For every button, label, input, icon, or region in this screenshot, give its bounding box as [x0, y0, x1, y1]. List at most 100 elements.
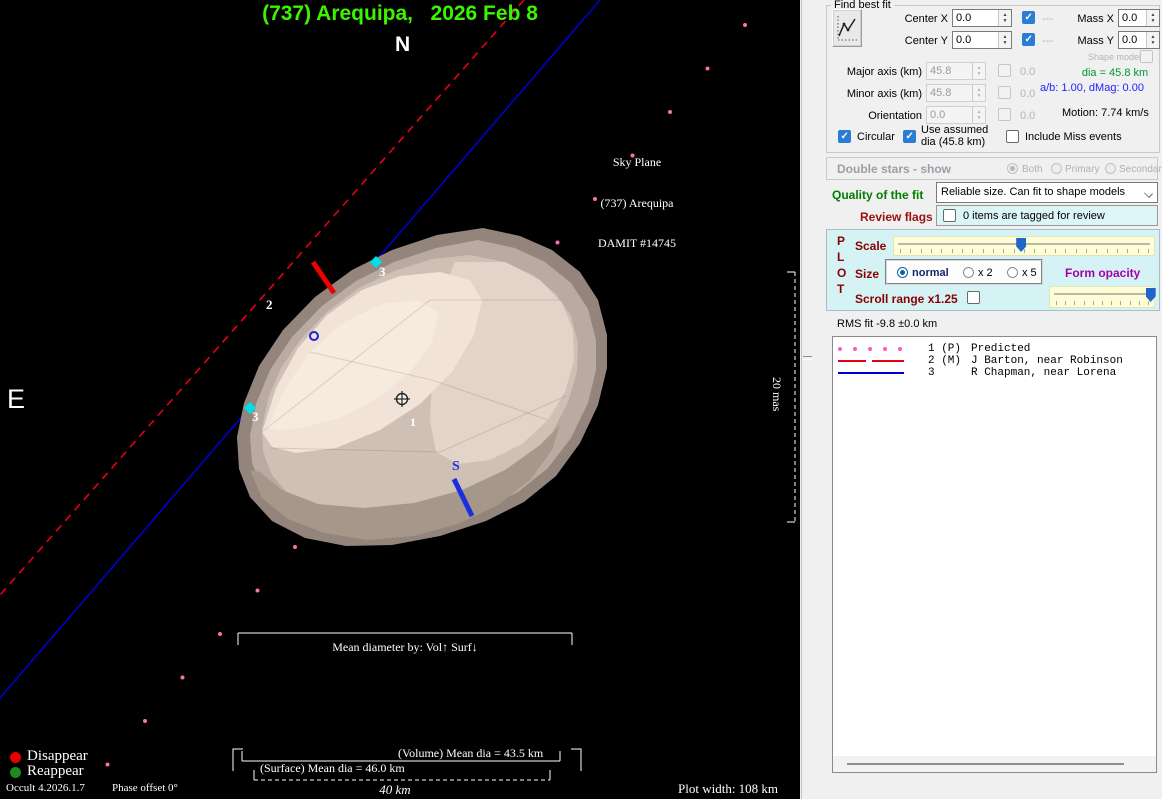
orientation-checkbox[interactable] [998, 108, 1011, 121]
double-stars-secondary-radio[interactable] [1105, 163, 1116, 174]
form-opacity-slider-thumb[interactable] [1146, 288, 1156, 302]
center-y-dash: --- [1042, 35, 1053, 47]
center-y-spin-buttons[interactable]: ▲▼ [998, 32, 1011, 48]
center-x-value[interactable]: 0.0 [956, 12, 971, 24]
mean-diameter-bracket-label: Mean diameter by: Vol↑ Surf↓ [255, 640, 555, 655]
asteroid-shape [237, 228, 607, 546]
observer-id: 1 (P) [928, 343, 961, 355]
plot-fit-button[interactable] [832, 9, 862, 47]
double-stars-both-label: Both [1022, 164, 1043, 175]
chord2-dashed-marker [838, 359, 904, 362]
angular-scale-label: 20 mas [769, 377, 784, 411]
plot-width-label: Plot width: 108 km [678, 781, 778, 797]
plot-options-panel: P L O T Scale Size normal x 2 x 5 Form o… [826, 229, 1160, 311]
observer-list[interactable]: 1 (P) Predicted 2 (M) J Barton, near Rob… [832, 336, 1157, 773]
mass-x-spin-buttons[interactable]: ▲▼ [1146, 10, 1159, 26]
major-axis-value: 45.8 [930, 65, 951, 77]
scroll-range-label: Scroll range x1.25 [855, 292, 958, 306]
diameter-text: dia = 45.8 km [1070, 67, 1160, 79]
orientation-value: 0.0 [930, 109, 945, 121]
center-y-field[interactable]: 0.0 ▲▼ [952, 31, 1012, 49]
mass-x-value[interactable]: 0.0 [1122, 12, 1137, 24]
orientation-side-value: 0.0 [1020, 110, 1035, 122]
mass-x-label: Mass X [1062, 13, 1114, 25]
size-x2-radio[interactable] [963, 267, 974, 278]
size-x5-label: x 5 [1022, 267, 1037, 279]
observer-name: J Barton, near Robinson [971, 355, 1123, 367]
double-stars-title: Double stars - show [837, 162, 951, 176]
double-stars-primary-label: Primary [1065, 164, 1099, 175]
scroll-range-checkbox[interactable] [967, 291, 980, 304]
mass-y-spin-buttons[interactable]: ▲▼ [1146, 32, 1159, 48]
chord3-label-lower: 3 [252, 409, 259, 425]
circular-checkbox[interactable] [838, 130, 851, 143]
orientation-label: Orientation [830, 110, 922, 122]
use-assumed-dia-label: Use assumed dia (45.8 km) [921, 124, 1003, 148]
center-x-label: Center X [860, 13, 948, 25]
volume-mean-dia-label: (Volume) Mean dia = 43.5 km [398, 746, 543, 761]
observer-id: 2 (M) [928, 355, 961, 367]
review-flags-checkbox[interactable] [943, 209, 956, 222]
sky-plane-info: Sky Plane (737) Arequipa DAMIT #14745 [572, 129, 702, 278]
plot-letter-o: O [837, 266, 846, 280]
spin-axis-north-marker [313, 262, 334, 293]
double-stars-group: Double stars - show Both Primary Seconda… [826, 157, 1158, 180]
size-normal-label: normal [912, 267, 949, 279]
list-item[interactable]: 1 (P) Predicted [833, 343, 1156, 355]
size-x5-radio[interactable] [1007, 267, 1018, 278]
plot-title: (737) Arequipa, 2026 Feb 8 [150, 2, 650, 26]
shape-model-label: Shape model [1088, 52, 1136, 62]
quality-of-fit-label: Quality of the fit [832, 188, 923, 202]
chord3-solid-marker [838, 371, 904, 374]
mass-y-field[interactable]: 0.0 ▲▼ [1118, 31, 1160, 49]
lightcurve-icon [833, 10, 861, 46]
quality-of-fit-dropdown[interactable]: Reliable size. Can fit to shape models [936, 182, 1158, 203]
review-flags-text: 0 items are tagged for review [963, 210, 1105, 222]
scale-slider[interactable] [893, 236, 1155, 256]
panel-divider[interactable] [801, 0, 802, 799]
sky-plane-graphics [0, 0, 800, 799]
minor-axis-spin-buttons: ▲▼ [972, 85, 985, 101]
minor-axis-field: 45.8 ▲▼ [926, 84, 986, 102]
double-stars-primary-radio[interactable] [1051, 163, 1062, 174]
scale-label: Scale [855, 239, 886, 253]
double-stars-both-radio[interactable] [1007, 163, 1018, 174]
center-x-spin-buttons[interactable]: ▲▼ [998, 10, 1011, 26]
phase-offset-label: Phase offset 0° [112, 782, 178, 794]
shape-model-checkbox[interactable] [1140, 50, 1153, 63]
mass-y-value[interactable]: 0.0 [1122, 34, 1137, 46]
linear-scale-label: 40 km [340, 782, 450, 798]
chevron-down-icon [1144, 189, 1153, 198]
major-axis-side-value: 0.0 [1020, 66, 1035, 78]
size-radio-group: normal x 2 x 5 [885, 259, 1043, 285]
center-y-value[interactable]: 0.0 [956, 34, 971, 46]
motion-text: Motion: 7.74 km/s [1062, 107, 1149, 119]
size-normal-radio[interactable] [897, 267, 908, 278]
mass-x-field[interactable]: 0.0 ▲▼ [1118, 9, 1160, 27]
list-item[interactable]: 3 R Chapman, near Lorena [833, 367, 1156, 379]
minor-axis-side-value: 0.0 [1020, 88, 1035, 100]
center-x-field[interactable]: 0.0 ▲▼ [952, 9, 1012, 27]
plot-letter-l: L [837, 250, 844, 264]
minor-axis-label: Minor axis (km) [830, 88, 922, 100]
minor-axis-value: 45.8 [930, 87, 951, 99]
chord3-label-upper: 3 [379, 264, 386, 280]
center-y-checkbox[interactable] [1022, 33, 1035, 46]
list-item[interactable]: 2 (M) J Barton, near Robinson [833, 355, 1156, 367]
minor-axis-checkbox[interactable] [998, 86, 1011, 99]
predicted-dotted-marker [838, 347, 904, 350]
occult-window: (737) Arequipa, 2026 Feb 8 N E Sky Plane… [0, 0, 1162, 799]
observer-name: R Chapman, near Lorena [971, 367, 1116, 379]
splitter-grip[interactable] [803, 356, 812, 360]
sky-plane-canvas[interactable]: (737) Arequipa, 2026 Feb 8 N E Sky Plane… [0, 0, 800, 799]
form-opacity-slider[interactable] [1049, 286, 1155, 308]
orientation-spin-buttons: ▲▼ [972, 107, 985, 123]
mass-y-label: Mass Y [1062, 35, 1114, 47]
horizontal-scrollbar[interactable] [833, 756, 1156, 772]
plot-letter-p: P [837, 234, 845, 248]
use-assumed-dia-checkbox[interactable] [903, 130, 916, 143]
center-x-checkbox[interactable] [1022, 11, 1035, 24]
include-miss-checkbox[interactable] [1006, 130, 1019, 143]
major-axis-checkbox[interactable] [998, 64, 1011, 77]
chord1-label: 1 [410, 415, 416, 430]
